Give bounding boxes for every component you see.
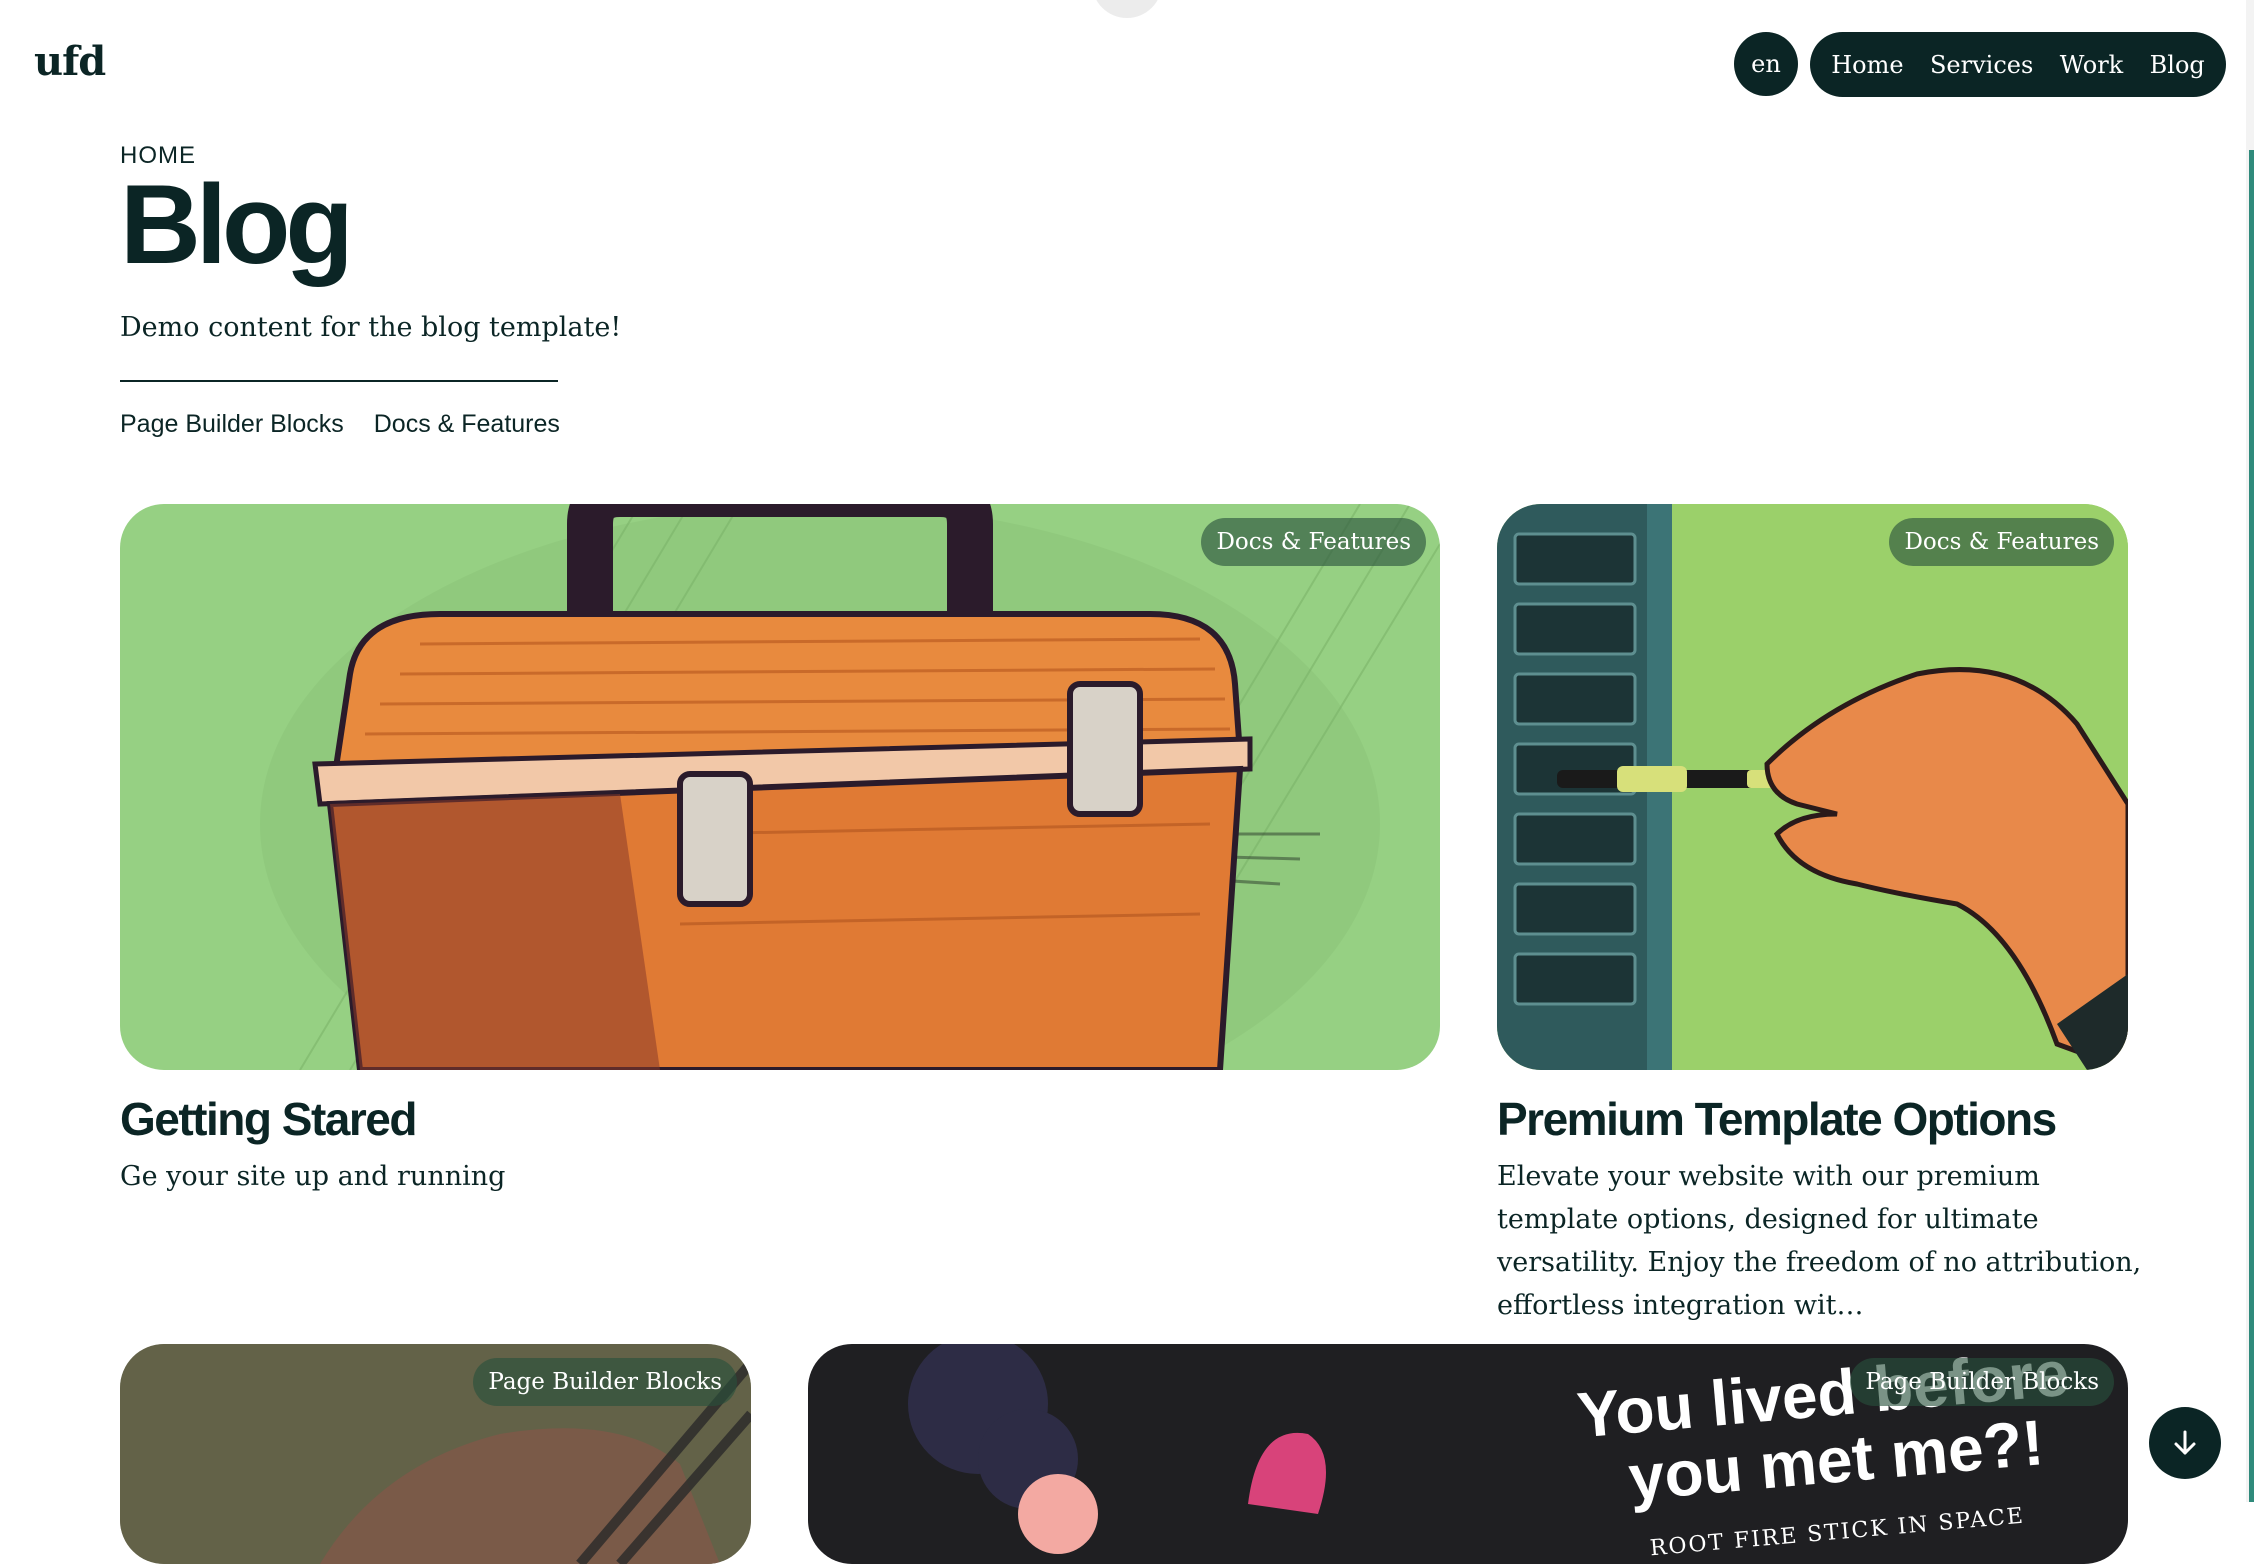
post-image-page-builder-1[interactable]: Page Builder Blocks bbox=[120, 1344, 751, 1564]
category-page-builder-blocks[interactable]: Page Builder Blocks bbox=[120, 410, 344, 439]
post-excerpt-getting-started: Ge your site up and running bbox=[120, 1161, 506, 1192]
site-logo[interactable]: ufd bbox=[34, 38, 106, 85]
post-title-getting-started[interactable]: Getting Stared bbox=[120, 1092, 417, 1146]
post-excerpt-premium-template: Elevate your website with our premium te… bbox=[1497, 1161, 2142, 1321]
post-image-getting-started[interactable]: Docs & Features bbox=[120, 504, 1440, 1070]
post-category-badge[interactable]: Page Builder Blocks bbox=[473, 1358, 737, 1406]
post-title-premium-template[interactable]: Premium Template Options bbox=[1497, 1092, 2057, 1146]
post-category-badge[interactable]: Docs & Features bbox=[1889, 518, 2114, 566]
top-decoration bbox=[1092, 0, 1162, 18]
post-image-page-builder-2[interactable]: You lived before you met me?! ROOT FIRE … bbox=[808, 1344, 2128, 1564]
category-filter: Page Builder Blocks Docs & Features bbox=[120, 410, 560, 439]
post-category-badge[interactable]: Page Builder Blocks bbox=[1850, 1358, 2114, 1406]
nav-home[interactable]: Home bbox=[1831, 51, 1903, 79]
arrow-down-icon bbox=[2174, 1430, 2196, 1455]
post-image-premium-template[interactable]: Docs & Features bbox=[1497, 504, 2128, 1070]
category-docs-features[interactable]: Docs & Features bbox=[374, 410, 560, 439]
language-switcher[interactable]: en bbox=[1734, 32, 1798, 96]
page-title: Blog bbox=[120, 162, 354, 287]
divider bbox=[120, 380, 558, 382]
nav-blog[interactable]: Blog bbox=[2150, 51, 2205, 79]
scroll-down-button[interactable] bbox=[2149, 1407, 2221, 1479]
post-category-badge[interactable]: Docs & Features bbox=[1201, 518, 1426, 566]
scrollbar-thumb[interactable] bbox=[2249, 150, 2254, 1502]
nav-work[interactable]: Work bbox=[2060, 51, 2124, 79]
main-nav: Home Services Work Blog bbox=[1810, 32, 2226, 97]
nav-services[interactable]: Services bbox=[1930, 51, 2033, 79]
toolbox-illustration bbox=[120, 504, 1440, 1070]
server-hand-illustration bbox=[1497, 504, 2128, 1070]
scrollbar[interactable] bbox=[2246, 0, 2254, 1502]
page-description: Demo content for the blog template! bbox=[120, 312, 622, 343]
